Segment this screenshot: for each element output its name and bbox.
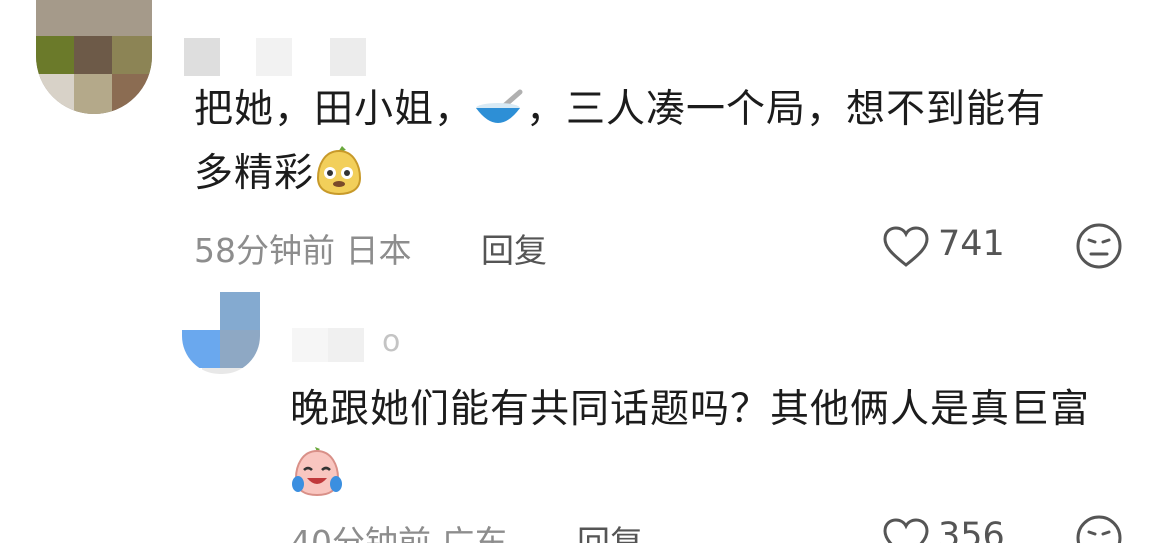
avatar-pixel: [112, 36, 152, 74]
heart-outline-icon[interactable]: [882, 518, 930, 543]
comment-text-segment: 把她，田小姐，: [194, 87, 475, 132]
username-fragment[interactable]: o: [382, 324, 400, 359]
comment-text-segment: 晚跟她们能有共同话题吗？其他俩人是真巨富: [290, 387, 1091, 432]
location: 日本: [345, 231, 412, 270]
comment-text: 多精彩: [194, 144, 364, 204]
avatar-pixel: [74, 74, 112, 114]
bowl-emoji-icon: [474, 88, 526, 128]
username-redacted[interactable]: [330, 38, 366, 76]
avatar[interactable]: [182, 292, 260, 374]
username-redacted[interactable]: [328, 328, 364, 362]
avatar-pixel: [112, 74, 152, 114]
like-count: 741: [938, 224, 1005, 264]
reply-button[interactable]: 回复: [481, 224, 547, 272]
laugh-cry-emoji-icon: [292, 447, 342, 497]
comment-text-segment: 多精彩: [194, 151, 315, 196]
avatar-pixel: [74, 36, 112, 74]
avatar-pixel: [220, 330, 260, 368]
location: 广东: [441, 523, 508, 543]
reply-button[interactable]: 回复: [577, 516, 643, 543]
comment-meta: 40分钟前 广东: [290, 516, 508, 543]
heart-outline-icon[interactable]: [882, 226, 930, 268]
comment-meta: 58分钟前 日本: [194, 224, 412, 272]
username-redacted[interactable]: [256, 38, 292, 76]
avatar-pixel: [220, 292, 260, 330]
avatar-pixel: [202, 368, 242, 374]
username-redacted[interactable]: [292, 328, 328, 362]
frown-face-icon[interactable]: [1075, 514, 1123, 543]
avatar-pixel: [36, 74, 74, 114]
avatar-pixel: [36, 36, 74, 74]
like-count: 356: [938, 516, 1005, 543]
timestamp: 58分钟前: [194, 231, 335, 270]
avatar-pixel: [182, 330, 220, 368]
username-redacted[interactable]: [184, 38, 220, 76]
comment-text-segment: ，三人凑一个局，想不到能有: [526, 87, 1047, 132]
comment-text: 把她，田小姐， ，三人凑一个局，想不到能有: [194, 80, 1046, 140]
pear-smile-emoji-icon: [314, 146, 364, 196]
comment-text: 晚跟她们能有共同话题吗？其他俩人是真巨富: [290, 380, 1090, 440]
timestamp: 40分钟前: [290, 523, 431, 543]
avatar[interactable]: [36, 0, 152, 114]
frown-face-icon[interactable]: [1075, 222, 1123, 270]
avatar-pixel: [36, 0, 152, 36]
